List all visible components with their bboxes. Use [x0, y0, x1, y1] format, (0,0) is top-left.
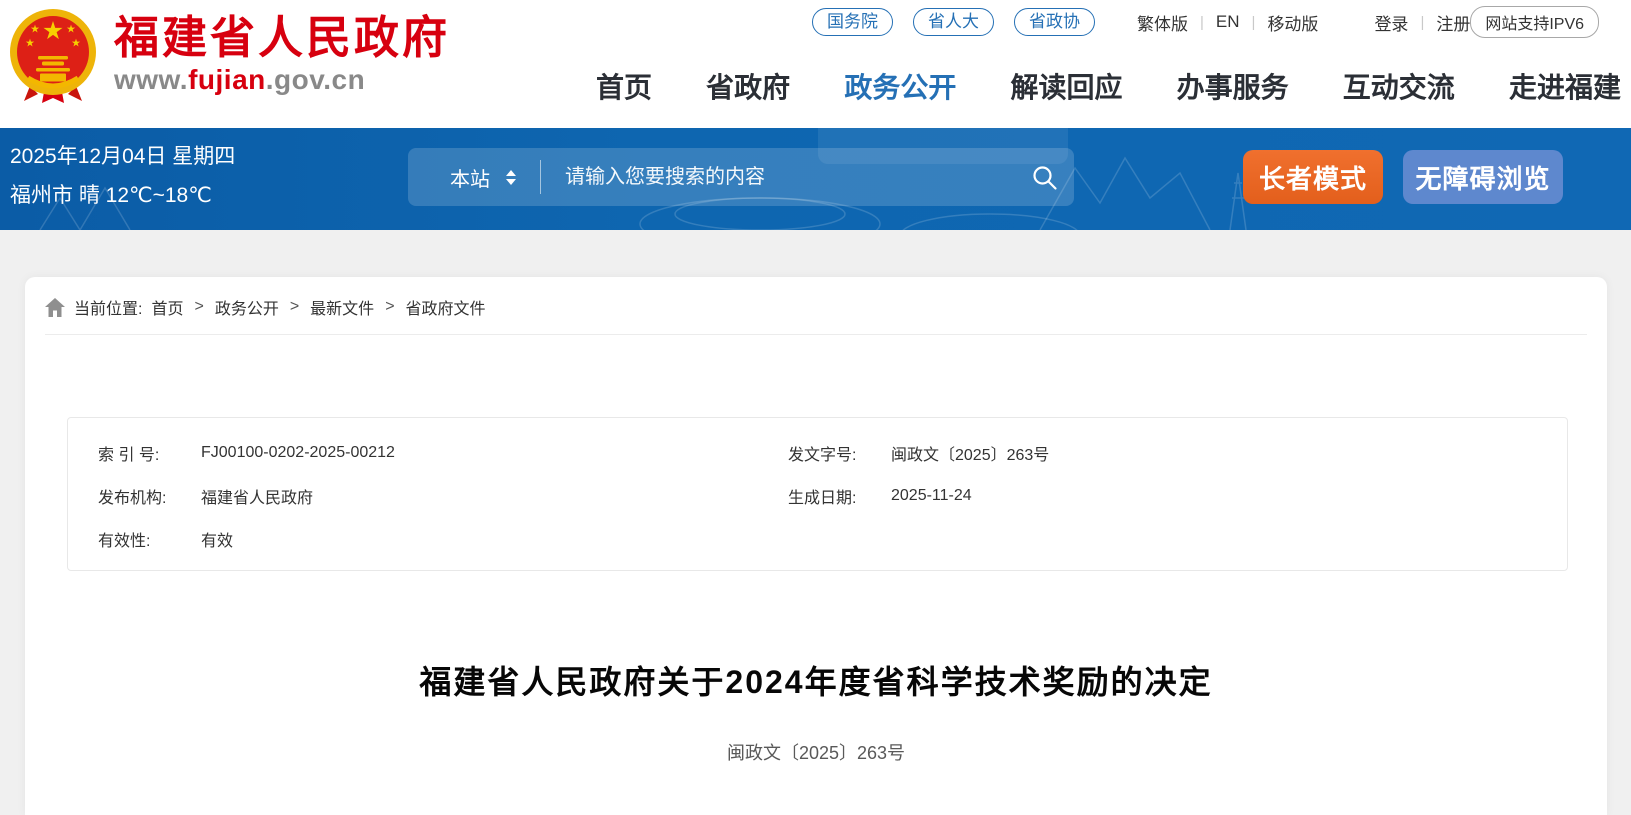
login-link[interactable]: 登录: [1374, 10, 1408, 35]
nav-item-interpretation[interactable]: 解读回应: [1010, 66, 1122, 106]
header-utility-bar: 国务院 省人大 省政协 繁体版 | EN | 移动版 登录 | 注册 网站支持I…: [812, 7, 1575, 37]
search-scope-value: 本站: [450, 163, 490, 192]
date-text: 2025年12月04日 星期四: [10, 137, 235, 176]
meta-value: 闽政文〔2025〕263号: [891, 441, 1049, 465]
quick-link-state-council[interactable]: 国务院: [812, 8, 893, 36]
breadcrumb-prefix: 当前位置:: [74, 295, 142, 319]
account-links: 登录 | 注册: [1374, 10, 1470, 35]
breadcrumb-separator: >: [385, 298, 394, 316]
page-body: 当前位置: 首页 > 政务公开 > 最新文件 > 省政府文件 索 引 号: FJ…: [0, 230, 1631, 815]
site-logo[interactable]: 福建省人民政府 www.fujian.gov.cn: [8, 6, 450, 104]
meta-row-index-number: 索 引 号: FJ00100-0202-2025-00212: [98, 431, 788, 474]
site-url-domain: fujian: [188, 64, 266, 95]
breadcrumb-separator: >: [194, 298, 203, 316]
breadcrumb-divider: [45, 334, 1587, 335]
lang-traditional[interactable]: 繁体版: [1137, 10, 1188, 35]
lang-mobile[interactable]: 移动版: [1267, 10, 1318, 35]
meta-label: 发文字号:: [788, 441, 891, 465]
weather-text: 福州市 晴 12℃~18℃: [10, 176, 235, 215]
meta-label: 生成日期:: [788, 484, 891, 508]
home-icon[interactable]: [45, 298, 65, 317]
nav-item-home[interactable]: 首页: [596, 66, 652, 106]
meta-row-issue-date: 生成日期: 2025-11-24: [788, 474, 1567, 517]
site-header: 福建省人民政府 www.fujian.gov.cn 国务院 省人大 省政协 繁体…: [0, 0, 1631, 128]
divider: |: [1420, 14, 1424, 31]
meta-value: 有效: [201, 527, 233, 551]
search-scope-select[interactable]: 本站: [450, 163, 516, 192]
search-icon: [1031, 164, 1058, 191]
breadcrumb-provincial-documents[interactable]: 省政府文件: [406, 295, 486, 319]
elder-mode-button[interactable]: 长者模式: [1243, 150, 1383, 204]
meta-label: 发布机构:: [98, 484, 201, 508]
content-panel: 当前位置: 首页 > 政务公开 > 最新文件 > 省政府文件 索 引 号: FJ…: [25, 277, 1607, 815]
nav-item-interaction[interactable]: 互动交流: [1343, 66, 1455, 106]
search-input[interactable]: [565, 166, 1014, 189]
meta-label: 索 引 号:: [98, 441, 201, 465]
date-weather: 2025年12月04日 星期四 福州市 晴 12℃~18℃: [10, 137, 235, 215]
breadcrumb-separator: >: [290, 298, 299, 316]
meta-value: 2025-11-24: [891, 487, 972, 505]
lang-english[interactable]: EN: [1216, 12, 1240, 32]
site-url-www: www.: [114, 64, 188, 95]
select-arrows-icon: [506, 170, 516, 185]
site-url-suffix: .gov.cn: [266, 64, 365, 95]
accessibility-button[interactable]: 无障碍浏览: [1403, 150, 1563, 204]
search-button[interactable]: [1014, 148, 1074, 206]
site-url: www.fujian.gov.cn: [114, 64, 450, 96]
nav-item-provincial-government[interactable]: 省政府: [706, 66, 790, 106]
ipv6-badge[interactable]: 网站支持IPV6: [1470, 6, 1599, 38]
document-title: 福建省人民政府关于2024年度省科学技术奖励的决定: [25, 657, 1607, 703]
document-meta-box: 索 引 号: FJ00100-0202-2025-00212 发布机构: 福建省…: [67, 417, 1568, 571]
breadcrumb-home[interactable]: 首页: [151, 295, 183, 319]
nav-item-about-fujian[interactable]: 走进福建: [1509, 66, 1621, 106]
quick-link-provincial-congress[interactable]: 省人大: [913, 8, 994, 36]
search-bar: 本站: [408, 148, 1074, 206]
meta-column-right: 发文字号: 闽政文〔2025〕263号 生成日期: 2025-11-24: [788, 431, 1567, 570]
national-emblem-icon: [8, 6, 98, 104]
document-number: 闽政文〔2025〕263号: [25, 739, 1607, 765]
language-links: 繁体版 | EN | 移动版: [1137, 10, 1318, 35]
meta-label: 有效性:: [98, 527, 201, 551]
search-divider: [540, 160, 541, 194]
logo-text: 福建省人民政府 www.fujian.gov.cn: [114, 14, 450, 97]
site-name: 福建省人民政府: [114, 14, 450, 63]
meta-row-document-number: 发文字号: 闽政文〔2025〕263号: [788, 431, 1567, 474]
meta-value: 福建省人民政府: [201, 484, 313, 508]
divider: |: [1252, 14, 1256, 31]
divider: |: [1200, 14, 1204, 31]
register-link[interactable]: 注册: [1436, 10, 1470, 35]
nav-item-services[interactable]: 办事服务: [1177, 66, 1289, 106]
nav-item-government-affairs[interactable]: 政务公开: [844, 66, 956, 106]
meta-column-left: 索 引 号: FJ00100-0202-2025-00212 发布机构: 福建省…: [98, 431, 788, 570]
info-bar: 2025年12月04日 星期四 福州市 晴 12℃~18℃ 本站 长者模式 无障…: [0, 128, 1631, 230]
breadcrumb-government-affairs[interactable]: 政务公开: [215, 295, 279, 319]
meta-row-issuing-agency: 发布机构: 福建省人民政府: [98, 474, 788, 517]
breadcrumb: 当前位置: 首页 > 政务公开 > 最新文件 > 省政府文件: [25, 277, 1607, 319]
quick-link-provincial-cppcc[interactable]: 省政协: [1014, 8, 1095, 36]
meta-row-validity: 有效性: 有效: [98, 517, 788, 560]
breadcrumb-latest-documents[interactable]: 最新文件: [310, 295, 374, 319]
main-nav: 首页 省政府 政务公开 解读回应 办事服务 互动交流 走进福建: [596, 66, 1621, 106]
meta-value: FJ00100-0202-2025-00212: [201, 444, 395, 462]
